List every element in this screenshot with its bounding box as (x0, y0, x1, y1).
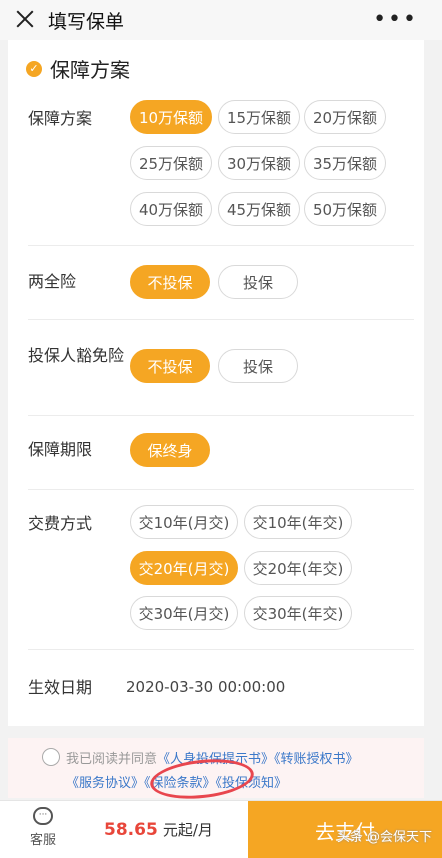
payment-30y-yearly[interactable]: 交30年(年交) (244, 596, 352, 630)
waiver-decline[interactable]: 不投保 (130, 349, 210, 383)
agreement-line-1: 我已阅读并同意《人身投保提示书》《转账授权书》 (66, 748, 359, 767)
term-label: 保障期限 (28, 440, 93, 459)
payment-30y-monthly[interactable]: 交30年(月交) (130, 596, 238, 630)
agreement-line-2: 《服务协议》《保险条款》《投保须知》 (66, 772, 287, 791)
more-icon[interactable]: ••• (373, 9, 418, 31)
customer-service-button[interactable]: ··· 客服 (20, 807, 66, 848)
two-insurance-decline[interactable]: 不投保 (130, 265, 210, 299)
price-unit: 元起/月 (162, 821, 213, 839)
plan-option-15[interactable]: 15万保额 (218, 100, 300, 134)
plan-option-25[interactable]: 25万保额 (130, 146, 212, 180)
doc-link-instructions[interactable]: 《投保须知》 (216, 776, 288, 791)
close-icon[interactable] (14, 8, 36, 30)
divider (28, 319, 414, 320)
payment-20y-monthly[interactable]: 交20年(月交) (130, 551, 238, 585)
waiver-label: 投保人豁免险 (28, 346, 125, 365)
check-icon: ✓ (26, 60, 42, 77)
plan-option-50[interactable]: 50万保额 (304, 192, 386, 226)
two-insurance-label: 两全险 (28, 272, 77, 291)
divider (28, 649, 414, 650)
price-amount: 58.65 (104, 820, 158, 840)
payment-10y-monthly[interactable]: 交10年(月交) (130, 505, 238, 539)
waiver-accept[interactable]: 投保 (218, 349, 298, 383)
agree-radio[interactable] (42, 748, 60, 766)
plan-option-35[interactable]: 35万保额 (304, 146, 386, 180)
chat-icon: ··· (33, 807, 53, 825)
top-bar: 填写保单 ••• (0, 0, 442, 40)
payment-label: 交费方式 (28, 514, 93, 533)
plan-option-20[interactable]: 20万保额 (304, 100, 386, 134)
effective-date-value: 2020-03-30 00:00:00 (126, 678, 286, 696)
divider (28, 489, 414, 490)
page-title: 填写保单 (48, 11, 125, 33)
plan-option-45[interactable]: 45万保额 (218, 192, 300, 226)
plan-option-40[interactable]: 40万保额 (130, 192, 212, 226)
customer-service-label: 客服 (29, 833, 56, 848)
plan-option-10[interactable]: 10万保额 (130, 100, 212, 134)
plan-option-30[interactable]: 30万保额 (218, 146, 300, 180)
doc-link-service[interactable]: 《服务协议》 (66, 776, 144, 791)
section-header: ✓ 保障方案 (26, 54, 130, 83)
doc-link-terms[interactable]: 《保险条款》 (144, 776, 216, 791)
plan-label: 保障方案 (28, 109, 93, 128)
plan-form-card: ✓ 保障方案 保障方案 10万保额 15万保额 20万保额 25万保额 30万保… (8, 40, 424, 726)
agreement-prefix: 我已阅读并同意 (66, 752, 158, 767)
section-title: 保障方案 (50, 58, 130, 82)
payment-10y-yearly[interactable]: 交10年(年交) (244, 505, 352, 539)
effective-date-label: 生效日期 (28, 678, 93, 697)
watermark: 头条 @会保天下 (336, 830, 432, 845)
doc-link-notice[interactable]: 《人身投保提示书》 (157, 752, 274, 767)
divider (28, 415, 414, 416)
term-lifetime[interactable]: 保终身 (130, 433, 210, 467)
agreement-box: 我已阅读并同意《人身投保提示书》《转账授权书》 《服务协议》《保险条款》《投保须… (8, 738, 424, 798)
two-insurance-accept[interactable]: 投保 (218, 265, 298, 299)
price: 58.65 元起/月 (104, 819, 213, 840)
doc-link-transfer-auth[interactable]: 《转账授权书》 (274, 752, 359, 767)
payment-20y-yearly[interactable]: 交20年(年交) (244, 551, 352, 585)
divider (28, 245, 414, 246)
